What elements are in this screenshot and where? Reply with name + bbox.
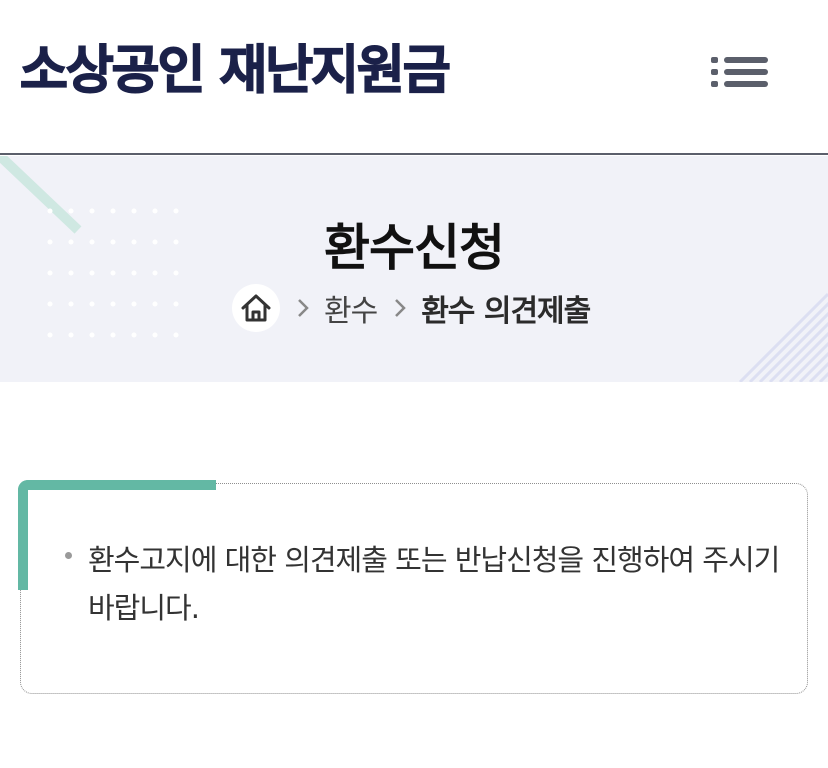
breadcrumb-item-refund[interactable]: 환수: [324, 286, 378, 330]
site-header: 소상공인 재난지원금: [0, 0, 828, 155]
list-menu-icon: [711, 57, 768, 87]
notice-accent-bar: [18, 480, 216, 490]
breadcrumb: 환수 환수 의견제출: [232, 283, 591, 333]
menu-button[interactable]: [705, 48, 775, 96]
breadcrumb-home-button[interactable]: [232, 284, 280, 332]
home-icon: [241, 294, 271, 322]
page: 소상공인 재난지원금 환수신청 환수 환수 의견제출 환수고지에 대한 의견제출…: [0, 0, 828, 768]
page-banner: 환수신청 환수 환수 의견제출: [0, 156, 828, 382]
bullet-dot: [65, 552, 72, 559]
chevron-right-icon: [393, 296, 407, 320]
page-title: 환수신청: [324, 219, 505, 277]
notice-text: 환수고지에 대한 의견제출 또는 반납신청을 진행하여 주시기 바랍니다.: [88, 543, 780, 625]
breadcrumb-item-current: 환수 의견제출: [421, 294, 591, 329]
notice-accent-bar: [18, 480, 28, 590]
chevron-right-icon: [296, 296, 310, 320]
site-logo[interactable]: 소상공인 재난지원금: [19, 38, 451, 104]
